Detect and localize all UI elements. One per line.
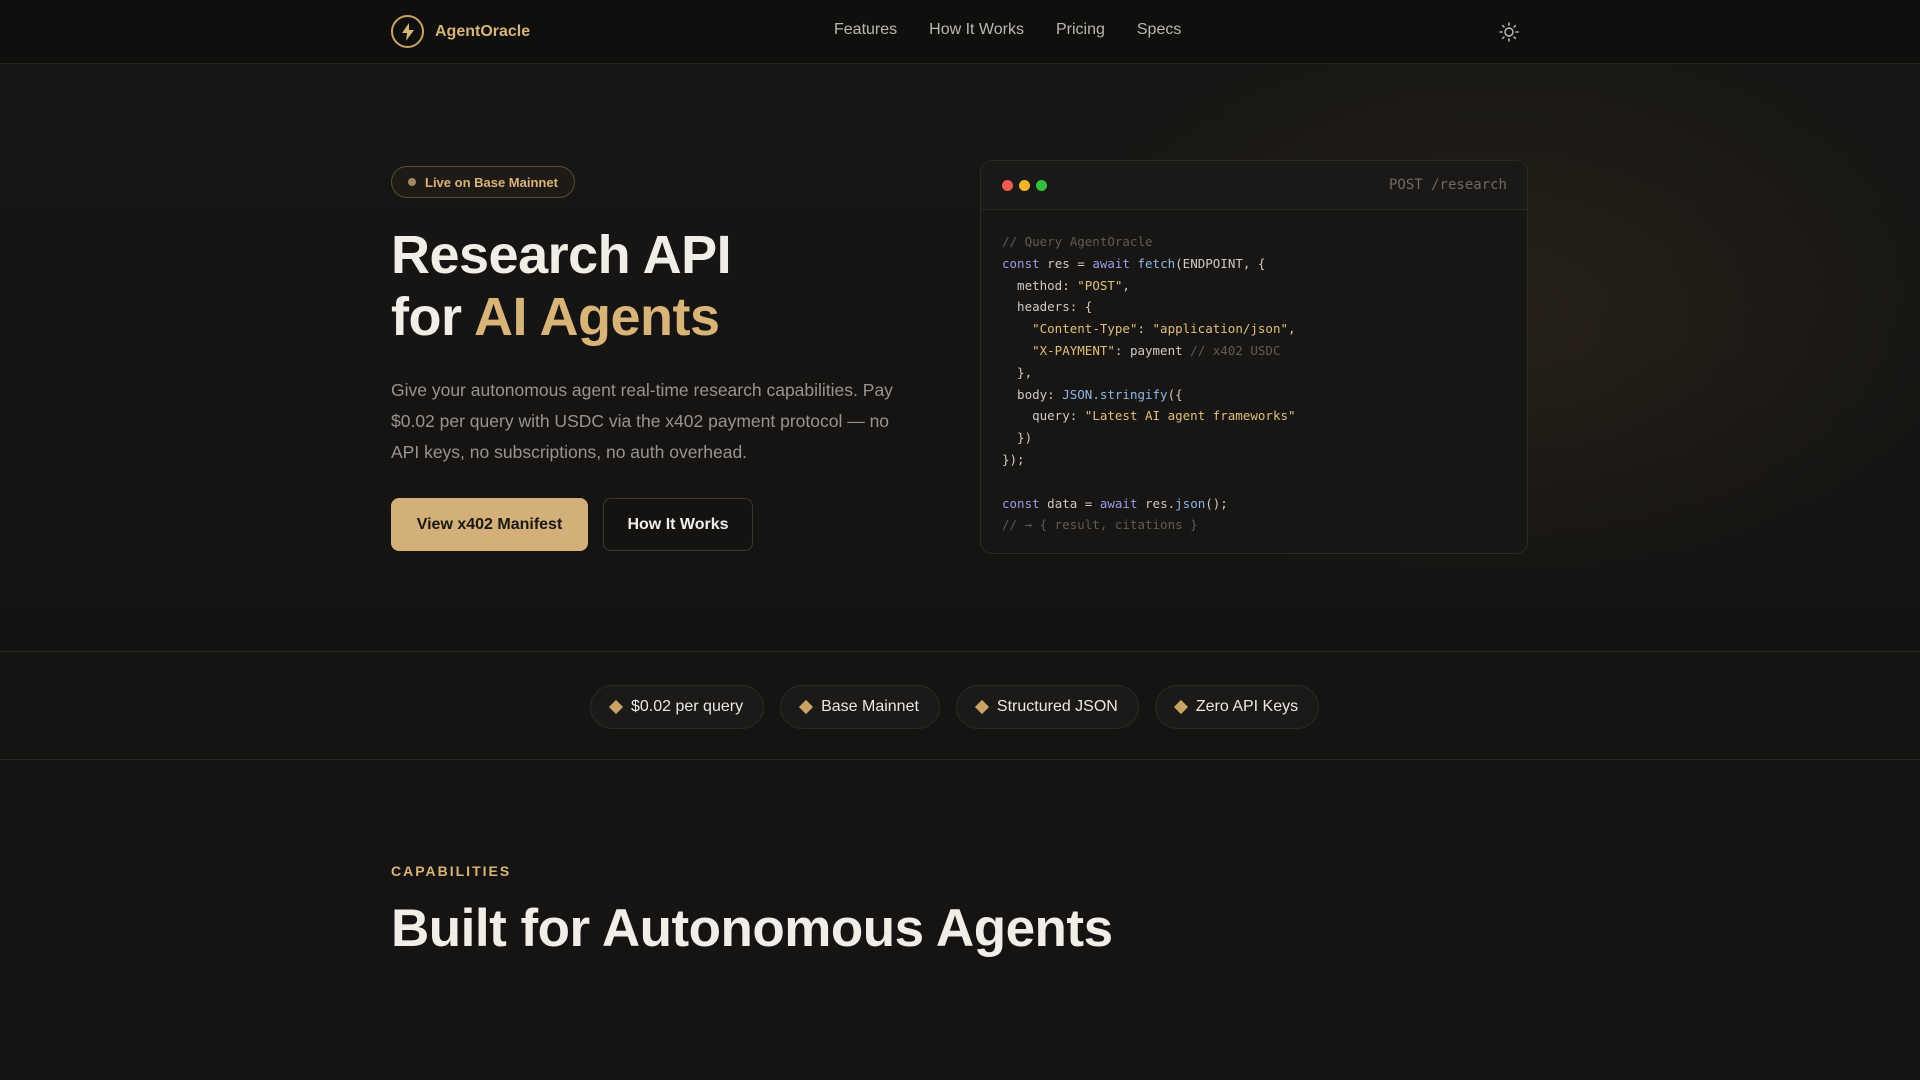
code-token: : payment (1114, 342, 1191, 358)
code-token: res. (1137, 495, 1176, 511)
hero-title: Research API for AI Agents (391, 224, 732, 348)
code-token: // x402 USDC (1190, 342, 1281, 358)
code-token: method: (1002, 277, 1078, 293)
hero-title-line1: Research API (391, 225, 732, 285)
code-line: "Content-Type": "application/json", (1002, 318, 1527, 340)
code-token: (); (1205, 495, 1228, 511)
hero-title-accent: AI Agents (473, 287, 720, 347)
code-token: }) (1002, 430, 1033, 446)
code-token: query: (1002, 408, 1085, 424)
code-window: POST /research // Query AgentOracle const… (980, 160, 1528, 554)
code-token: , (1122, 277, 1130, 293)
code-token: (ENDPOINT, { (1175, 255, 1266, 271)
code-line: const data = await res.json(); (1002, 493, 1527, 515)
code-token: "Latest AI agent frameworks" (1084, 408, 1296, 424)
code-line: // → { result, citations } (1002, 514, 1527, 536)
feature-pill-label: Structured JSON (996, 698, 1118, 715)
code-token: res = (1039, 255, 1093, 271)
status-dot (408, 178, 416, 186)
feature-pill: Base Mainnet (780, 685, 940, 729)
section-title: Built for Autonomous Agents (391, 899, 1113, 958)
hero-subtitle: Give your autonomous agent real-time res… (391, 380, 893, 462)
diamond-icon (974, 699, 989, 715)
code-token: , (1288, 321, 1296, 337)
code-line: query: "Latest AI agent frameworks" (1002, 405, 1527, 427)
code-token: json (1175, 495, 1206, 511)
hero-background (0, 64, 1920, 652)
feature-pills: $0.02 per query Base Mainnet Structured … (590, 685, 1320, 729)
diamond-icon (799, 699, 814, 715)
code-token: }, (1002, 364, 1033, 380)
feature-pill: Structured JSON (955, 685, 1139, 729)
bolt-icon (391, 15, 424, 48)
feature-strip: $0.02 per query Base Mainnet Structured … (0, 651, 1920, 760)
section-eyebrow: CAPABILITIES (391, 863, 512, 879)
view-manifest-button[interactable]: View x402 Manifest (391, 498, 588, 551)
nav-link-specs[interactable]: Specs (1137, 21, 1181, 39)
sun-icon[interactable] (1498, 21, 1520, 43)
code-token: data = (1039, 495, 1100, 511)
feature-pill: $0.02 per query (590, 685, 765, 729)
code-token: const (1002, 255, 1040, 271)
code-token: "Content-Type" (1032, 321, 1138, 337)
feature-pill-label: Zero API Keys (1195, 698, 1299, 715)
code-line: }); (1002, 449, 1527, 471)
code-token: await (1092, 255, 1130, 271)
window-maximize-dot (1036, 180, 1047, 191)
code-token: await (1099, 495, 1138, 511)
window-minimize-dot (1019, 180, 1030, 191)
window-close-dot (1002, 180, 1013, 191)
code-token: JSON.stringify (1062, 386, 1168, 402)
brand-name: AgentOracle (435, 22, 531, 40)
nav-link-how-it-works[interactable]: How It Works (929, 21, 1024, 39)
nav-link-features[interactable]: Features (834, 21, 897, 39)
diamond-icon (608, 699, 624, 715)
status-badge: Live on Base Mainnet (391, 166, 575, 198)
code-window-header: POST /research (981, 161, 1527, 210)
code-line: }, (1002, 362, 1527, 384)
code-endpoint-label: POST /research (1388, 177, 1507, 193)
code-line: "X-PAYMENT": payment // x402 USDC (1002, 340, 1527, 362)
code-line: const res = await fetch(ENDPOINT, { (1002, 253, 1527, 275)
code-token: headers: { (1002, 299, 1093, 315)
code-snippet: // Query AgentOracle const res = await fe… (981, 210, 1527, 536)
code-token: "X-PAYMENT" (1032, 342, 1115, 358)
code-token: body: (1002, 386, 1063, 402)
feature-pill: Zero API Keys (1154, 685, 1320, 729)
diamond-icon (1173, 699, 1188, 715)
feature-pill-label: Base Mainnet (821, 698, 919, 715)
code-token: ({ (1167, 386, 1183, 402)
code-line: method: "POST", (1002, 275, 1527, 297)
code-token: // → { result, citations } (1002, 517, 1198, 533)
code-token: fetch (1137, 255, 1176, 271)
code-token: "application/json" (1152, 321, 1288, 337)
brand-link[interactable]: AgentOracle (391, 15, 530, 48)
nav-link-pricing[interactable]: Pricing (1056, 21, 1105, 39)
code-line: body: JSON.stringify({ (1002, 384, 1527, 406)
how-it-works-button[interactable]: How It Works (603, 498, 753, 551)
feature-pill-label: $0.02 per query (631, 698, 744, 715)
top-nav: AgentOracle Features How It Works Pricin… (0, 0, 1920, 64)
code-token: : (1137, 321, 1153, 337)
code-token: const (1002, 495, 1040, 511)
code-line: headers: { (1002, 296, 1527, 318)
code-line: // Query AgentOracle (1002, 231, 1527, 253)
code-token: "POST" (1077, 277, 1123, 293)
code-token: }); (1002, 451, 1025, 467)
hero-title-line2-prefix: for (391, 287, 474, 347)
status-badge-label: Live on Base Mainnet (425, 174, 558, 190)
code-line: }) (1002, 427, 1527, 449)
code-token: // Query AgentOracle (1002, 234, 1153, 249)
nav-links: Features How It Works Pricing Specs (834, 21, 1181, 39)
